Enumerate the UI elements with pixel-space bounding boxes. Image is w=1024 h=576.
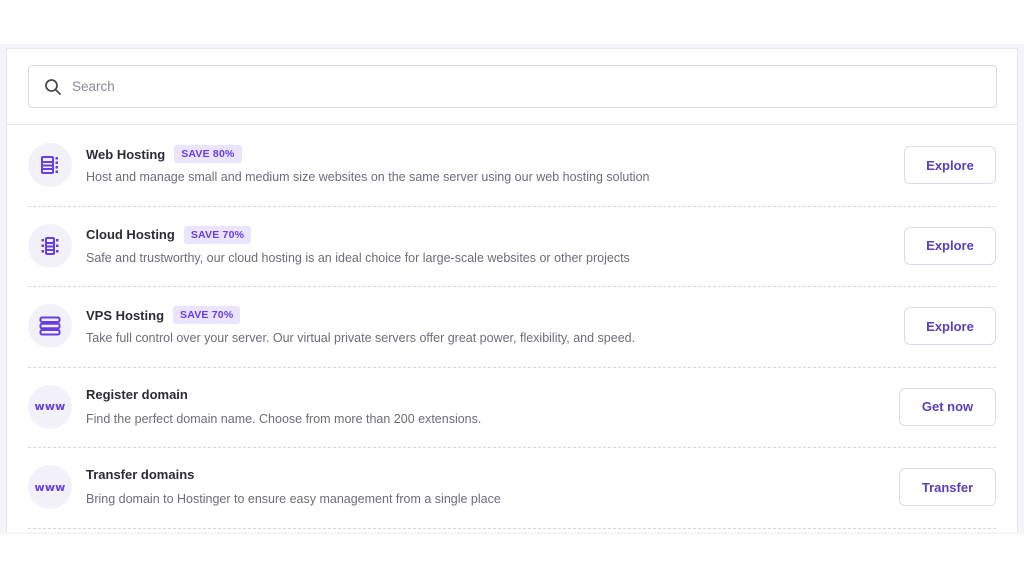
discount-badge: SAVE 70%	[183, 225, 252, 244]
service-title: VPS Hosting	[86, 307, 165, 323]
search-input[interactable]	[72, 79, 922, 94]
www-icon: www	[28, 384, 72, 429]
transfer-button[interactable]: Transfer	[899, 468, 996, 506]
service-title-line: Register domain	[86, 387, 188, 402]
explore-button[interactable]: Explore	[904, 307, 996, 345]
get-now-button[interactable]: Get now	[899, 387, 996, 426]
web-hosting-server-icon	[28, 143, 72, 187]
search-section	[7, 49, 1017, 125]
www-icon-text: www	[34, 400, 66, 413]
service-row-register-domain: www Register domain Find the perfect dom…	[28, 368, 996, 448]
service-title-line: Web Hosting SAVE 80%	[86, 145, 242, 163]
discount-badge: SAVE 70%	[173, 306, 241, 324]
service-title-line: Transfer domains	[86, 467, 194, 482]
services-card: Web Hosting SAVE 80% Host and manage sma…	[6, 48, 1018, 532]
service-row-cloud-hosting: Cloud Hosting SAVE 70% Safe and trustwor…	[28, 207, 996, 287]
service-list: Web Hosting SAVE 80% Host and manage sma…	[7, 126, 1017, 529]
service-title-line: VPS Hosting SAVE 70%	[86, 306, 241, 324]
explore-button[interactable]: Explore	[904, 146, 996, 184]
www-icon: www	[28, 465, 72, 509]
explore-button[interactable]: Explore	[904, 226, 996, 265]
service-description: Safe and trustworthy, our cloud hosting …	[86, 250, 630, 265]
service-description: Bring domain to Hostinger to ensure easy…	[86, 492, 501, 506]
search-box[interactable]	[28, 65, 997, 108]
service-row-vps-hosting: VPS Hosting SAVE 70% Take full control o…	[28, 287, 996, 368]
discount-badge: SAVE 80%	[174, 145, 242, 163]
service-title-line: Cloud Hosting SAVE 70%	[86, 225, 252, 244]
service-row-web-hosting: Web Hosting SAVE 80% Host and manage sma…	[28, 126, 996, 207]
service-title: Transfer domains	[86, 467, 195, 482]
vps-server-stack-icon	[28, 304, 72, 348]
cloud-hosting-server-icon	[28, 223, 72, 268]
service-description: Find the perfect domain name. Choose fro…	[86, 411, 482, 426]
www-icon-text: www	[34, 480, 66, 494]
service-description: Host and manage small and medium size we…	[86, 170, 650, 184]
service-title: Web Hosting	[86, 146, 166, 162]
service-row-transfer-domains: www Transfer domains Bring domain to Hos…	[28, 448, 996, 529]
search-icon	[45, 78, 61, 95]
service-title: Cloud Hosting	[86, 227, 175, 242]
service-description: Take full control over your server. Our …	[86, 331, 636, 345]
page-edge	[1018, 44, 1024, 534]
service-title: Register domain	[86, 386, 188, 402]
